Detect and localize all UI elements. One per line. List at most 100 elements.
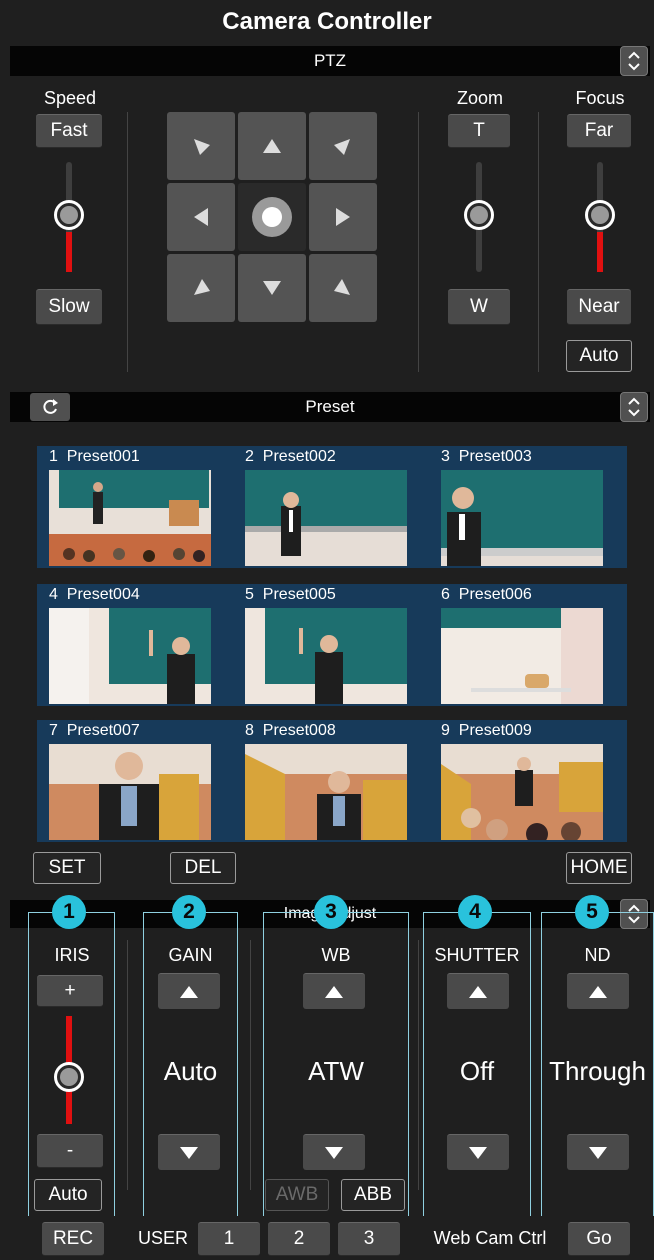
nd-up-button[interactable] [567,973,629,1009]
preset-title-8: 8 Preset008 [245,722,336,739]
ptz-section-title: PTZ [313,51,347,70]
speed-slider-knob[interactable] [54,200,84,230]
preset-refresh-button[interactable] [30,393,70,421]
user-button-3[interactable]: 3 [338,1222,400,1256]
pan-left-button[interactable] [167,183,235,251]
wb-value: ATW [308,1056,364,1086]
collapse-chevrons-icon [628,51,640,71]
speed-slider-fill [66,232,72,272]
callout-badge-3: 3 [314,895,348,929]
wb-awb-button[interactable]: AWB [265,1179,329,1211]
zoom-slider-knob[interactable] [464,200,494,230]
pan-tilt-home-button[interactable] [238,183,306,251]
triangle-down-icon [180,1146,198,1159]
gain-up-button[interactable] [158,973,220,1009]
triangle-up-icon [469,985,487,998]
shutter-value: Off [459,1056,495,1086]
triangle-up-icon [180,985,198,998]
zoom-wide-button[interactable]: W [448,289,510,325]
webcam-go-button[interactable]: Go [568,1222,630,1256]
preset-delete-button[interactable]: DEL [170,852,236,884]
iris-slider-knob[interactable] [54,1062,84,1092]
rec-button[interactable]: REC [42,1222,104,1256]
preset-title-2: 2 Preset002 [245,448,336,465]
focus-auto-button[interactable]: Auto [566,340,632,372]
shutter-up-button[interactable] [447,973,509,1009]
preset-title-6: 6 Preset006 [441,586,532,603]
triangle-down-icon [469,1146,487,1159]
gain-down-button[interactable] [158,1134,220,1170]
wb-up-button[interactable] [303,973,365,1009]
webcam-ctrl-label: Web Cam Ctrl [433,1228,547,1248]
preset-section-header: Preset [10,392,650,422]
preset-title-1: 1 Preset001 [49,448,140,465]
iris-minus-button[interactable]: - [37,1134,103,1168]
preset-card-5[interactable]: 5 Preset005 [233,584,413,706]
ptz-divider-left [127,112,128,372]
preset-title-3: 3 Preset003 [441,448,532,465]
arrow-down-left-icon [194,279,210,295]
preset-row-3: 7 Preset007 8 Preset008 9 Preset009 [37,720,627,842]
pan-right-button[interactable] [309,183,377,251]
speed-fast-button[interactable]: Fast [36,114,102,148]
preset-card-8[interactable]: 8 Preset008 [233,720,413,842]
preset-thumbnail-6 [441,608,603,704]
speed-label: Speed [43,88,97,108]
nd-value: Through [549,1056,646,1086]
ptz-collapse-button[interactable] [620,46,648,76]
preset-thumbnail-8 [245,744,407,840]
focus-slider-knob[interactable] [585,200,615,230]
triangle-up-icon [325,985,343,998]
pan-up-left-button[interactable] [167,112,235,180]
triangle-up-icon [589,985,607,998]
image-adjust-divider-2 [250,940,251,1190]
pan-down-left-button[interactable] [167,254,235,322]
user-button-2[interactable]: 2 [268,1222,330,1256]
tilt-up-button[interactable] [238,112,306,180]
arrow-up-left-icon [194,139,210,155]
preset-card-7[interactable]: 7 Preset007 [37,720,217,842]
arrow-left-icon [194,208,208,226]
focus-near-button[interactable]: Near [567,289,631,325]
nd-down-button[interactable] [567,1134,629,1170]
center-knob-icon [252,197,292,237]
shutter-label: SHUTTER [434,945,520,965]
preset-collapse-button[interactable] [620,392,648,422]
arrow-down-right-icon [334,279,350,295]
collapse-chevrons-icon [628,397,640,417]
iris-plus-button[interactable]: + [37,975,103,1007]
preset-thumbnail-3 [441,470,603,566]
nd-label: ND [584,945,611,965]
callout-badge-4: 4 [458,895,492,929]
arrow-right-icon [336,208,350,226]
iris-label: IRIS [54,945,90,965]
wb-abb-button[interactable]: ABB [341,1179,405,1211]
arrow-up-right-icon [334,139,350,155]
image-adjust-divider-3 [418,940,419,1190]
preset-set-button[interactable]: SET [33,852,101,884]
preset-home-button[interactable]: HOME [566,852,632,884]
arrow-down-icon [263,281,281,295]
preset-card-9[interactable]: 9 Preset009 [429,720,609,842]
preset-row-1: 1 Preset001 2 Preset002 3 Preset003 [37,446,627,568]
wb-down-button[interactable] [303,1134,365,1170]
focus-far-button[interactable]: Far [567,114,631,148]
triangle-down-icon [589,1146,607,1159]
preset-thumbnail-7 [49,744,211,840]
preset-section-title: Preset [305,397,355,416]
pan-up-right-button[interactable] [309,112,377,180]
pan-down-right-button[interactable] [309,254,377,322]
preset-card-4[interactable]: 4 Preset004 [37,584,217,706]
preset-card-1[interactable]: 1 Preset001 [37,446,217,568]
callout-badge-1: 1 [52,895,86,929]
wb-label: WB [321,945,351,965]
tilt-down-button[interactable] [238,254,306,322]
shutter-down-button[interactable] [447,1134,509,1170]
preset-card-3[interactable]: 3 Preset003 [429,446,609,568]
preset-card-6[interactable]: 6 Preset006 [429,584,609,706]
user-button-1[interactable]: 1 [198,1222,260,1256]
speed-slow-button[interactable]: Slow [36,289,102,325]
iris-auto-button[interactable]: Auto [34,1179,102,1211]
zoom-tele-button[interactable]: T [448,114,510,148]
preset-card-2[interactable]: 2 Preset002 [233,446,413,568]
